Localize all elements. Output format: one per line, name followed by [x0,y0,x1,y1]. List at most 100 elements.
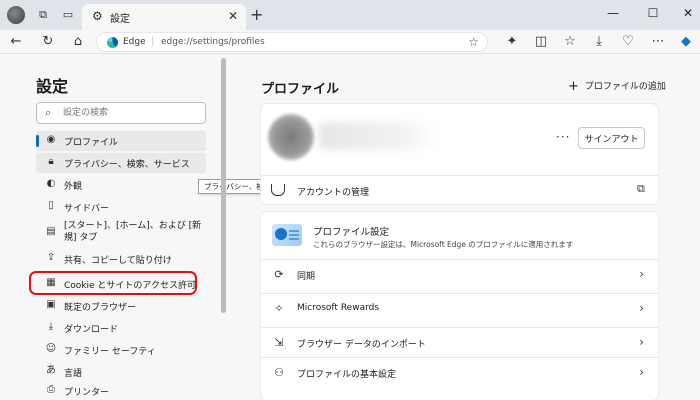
navigation-bar: ← ↻ ⌂ Edge | edge://settings/profiles ☆ … [0,30,700,54]
sidebar-item-label: 外観 [64,182,83,192]
chevron-right-icon: › [639,335,644,349]
address-site-label: Edge [123,37,146,47]
row-profile-preferences[interactable]: ⚇ プロファイルの基本設定 › [261,357,658,387]
sidebar-item-label: ファミリー セーフティ [64,347,156,357]
sidebar-item-label: [スタート]、[ホーム]、および [新規] タブ [64,221,202,243]
maximize-icon[interactable]: ☐ [645,5,661,21]
profile-settings-title: プロファイル設定 [313,227,390,238]
row-sync[interactable]: ⟳ 同期 › [261,259,658,289]
account-name-blurred [319,122,439,150]
settings-sidebar: 設定 ⌕ ◉ プロファイル 🔒︎ プライバシー、検索、サービス ◐ 外観 ▯ サ… [22,55,222,400]
language-icon: あ [46,365,56,376]
sidebar-item-label: プリンター [64,388,110,398]
tab-title: 設定 [110,14,130,25]
sidebar-item-label: ダウンロード [64,325,119,335]
edge-logo-icon [107,37,118,48]
gear-icon: ⚙ [92,9,103,23]
sync-icon: ⟳ [274,268,284,281]
download-icon: ⤓ [48,321,54,332]
row-import-browser-data[interactable]: ⇲ ブラウザー データのインポート › [261,327,658,357]
sidebar-item-appearance[interactable]: ◐ 外観 [36,175,206,195]
refresh-icon[interactable]: ↻ [40,34,56,50]
row-label: ブラウザー データのインポート [297,340,426,350]
favorite-star-icon[interactable]: ☆ [468,35,479,49]
sidebar-item-profile[interactable]: ◉ プロファイル [36,131,206,151]
favorites-icon[interactable]: ☆ [562,34,578,50]
row-label: Microsoft Rewards [297,303,380,313]
chevron-right-icon: › [639,267,644,281]
profile-settings-card: プロファイル設定 これらのブラウザー設定は、Microsoft Edge のプロ… [261,212,658,400]
sidebar-item-privacy[interactable]: 🔒︎ プライバシー、検索、サービス [36,153,206,173]
sidebar-item-label: プライバシー、検索、サービス [64,160,190,170]
more-options-button[interactable]: ··· [556,130,570,144]
sidebar-item-label: 共有、コピーして貼り付け [64,256,172,266]
minimize-icon[interactable]: — [605,5,621,21]
profile-settings-description: これらのブラウザー設定は、Microsoft Edge のプロファイルに適用され… [313,240,574,249]
account-avatar [268,114,314,160]
chevron-right-icon: › [639,365,644,379]
printer-icon: ⎙ [47,384,55,395]
share-icon: ⇪ [46,252,56,263]
more-menu-icon[interactable]: ⋯ [650,34,666,50]
sidebar-item-start-home-newtab[interactable]: ▤ [スタート]、[ホーム]、および [新規] タブ [36,218,206,246]
divider [261,175,658,176]
title-bar: ⧉ ▭ ⚙ 設定 ✕ + — ☐ ✕ [0,0,700,30]
cookie-highlight-box [29,271,197,295]
sidebar-item-family-safety[interactable]: ☺ ファミリー セーフティ [36,340,206,360]
sidebar-item-printers[interactable]: ⎙ プリンター [36,381,206,400]
sidebar-icon: ▯ [48,200,54,211]
tab-actions-icon[interactable]: ▭ [61,8,75,22]
plus-icon: + [568,79,579,94]
address-url[interactable]: edge://settings/profiles [161,37,265,47]
address-bar[interactable]: Edge | edge://settings/profiles ☆ [96,32,488,52]
sidebar-item-label: 言語 [64,369,83,379]
search-icon: ⌕ [45,106,52,119]
settings-search[interactable]: ⌕ [36,102,206,124]
sidebar-item-downloads[interactable]: ⤓ ダウンロード [36,318,206,338]
sidebar-item-label: 既定のブラウザー [64,303,137,313]
sidebar-title: 設定 [36,77,69,96]
home-icon[interactable]: ⌂ [70,34,86,50]
add-profile-button[interactable]: + プロファイルの追加 [568,79,666,94]
search-input[interactable] [63,106,201,120]
sidebar-item-languages[interactable]: あ 言語 [36,362,206,382]
split-screen-icon[interactable]: ◫ [533,34,549,50]
rewards-icon: ✧ [274,302,284,315]
sidebar-item-default-browser[interactable]: ▣ 既定のブラウザー [36,296,206,316]
downloads-icon[interactable]: ⤓ [591,34,607,50]
sidebar-item-label: プロファイル [64,138,119,148]
new-tab-button[interactable]: + [250,7,263,23]
row-label: 同期 [297,272,316,282]
row-label: プロファイルの基本設定 [297,370,397,380]
close-window-icon[interactable]: ✕ [680,5,696,21]
import-icon: ⇲ [274,336,284,349]
manage-account-link[interactable]: アカウントの管理 [297,185,369,198]
start-tab-icon: ▤ [46,226,56,237]
family-icon: ☺ [45,343,57,354]
row-microsoft-rewards[interactable]: ✧ Microsoft Rewards › [261,293,658,323]
default-browser-icon: ▣ [46,299,56,310]
page-title: プロファイル [261,82,340,97]
back-icon[interactable]: ← [8,34,24,50]
profile-avatar[interactable] [7,6,25,24]
active-indicator [36,135,39,147]
tab-settings[interactable]: ⚙ 設定 ✕ [82,4,246,30]
external-link-icon[interactable]: ⧉ [637,182,645,196]
profile-icon: ◉ [46,134,56,145]
lock-icon: 🔒︎ [48,156,54,167]
account-card: ··· サインアウト アカウントの管理 ⧉ [261,104,658,204]
appearance-icon: ◐ [46,178,56,189]
extensions-icon[interactable]: ✦ [504,34,520,50]
sidebar-item-share-copy-paste[interactable]: ⇪ 共有、コピーして貼り付け [36,249,206,269]
profile-preferences-icon: ⚇ [274,366,284,379]
sidebar-scrollbar[interactable] [221,58,226,313]
add-profile-label: プロファイルの追加 [584,82,666,92]
close-tab-icon[interactable]: ✕ [228,9,238,23]
workspaces-icon[interactable]: ⧉ [36,8,50,22]
signout-button[interactable]: サインアウト [578,127,645,149]
browser-essentials-icon[interactable]: ♡ [620,34,636,50]
sidebar-item-sidebar[interactable]: ▯ サイドバー [36,197,206,217]
copilot-icon[interactable]: ◆ [678,34,694,50]
profile-settings-icon [272,224,302,246]
account-icon [271,184,285,196]
